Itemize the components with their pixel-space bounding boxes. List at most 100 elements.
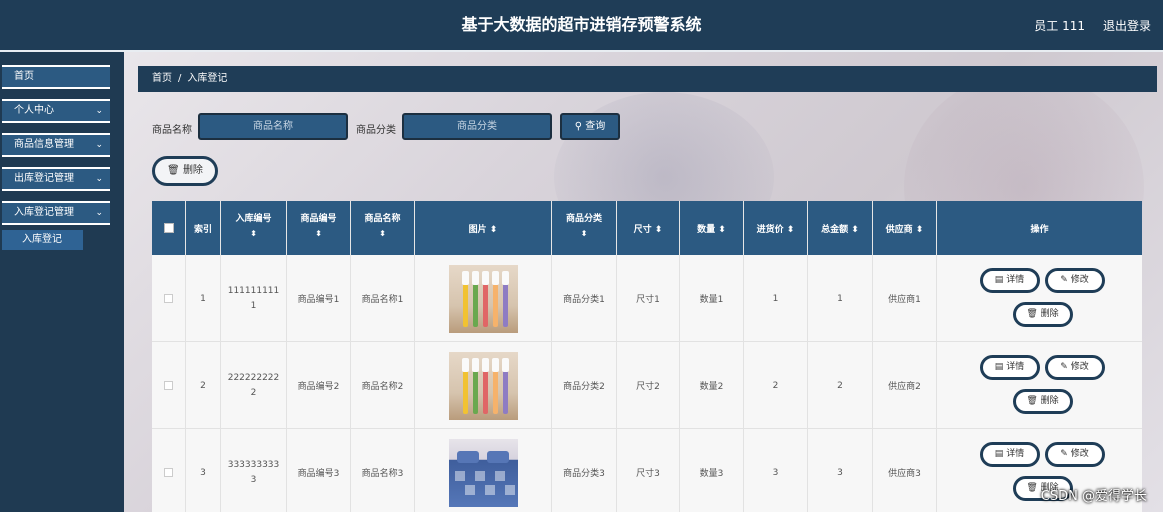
toothbrush-image	[448, 351, 518, 420]
cell-size: 尺寸1	[617, 255, 680, 342]
cell-inbound-no: 2222222222	[221, 342, 287, 429]
cell-goods-no: 商品编号3	[287, 429, 351, 512]
detail-button[interactable]: ▤ 详情	[979, 442, 1040, 467]
batch-delete-button[interactable]: 🗑 删除	[152, 156, 218, 186]
cell-category: 商品分类1	[552, 255, 617, 342]
cell-goods-name: 商品名称2	[351, 342, 415, 429]
sidebar-item-personal-center[interactable]: 个人中心 ⌄	[2, 99, 110, 123]
cell-quantity: 数量3	[680, 429, 744, 512]
sidebar-item-outbound[interactable]: 出库登记管理 ⌄	[2, 167, 110, 191]
edit-button[interactable]: ✎ 修改	[1044, 355, 1105, 380]
sort-icon: ⬍	[379, 229, 386, 238]
trash-icon: 🗑	[1026, 309, 1038, 319]
sort-icon: ⬍	[580, 229, 588, 238]
sidebar-item-inbound[interactable]: 入库登记管理 ⌄	[2, 201, 110, 225]
edit-button[interactable]: ✎ 修改	[1044, 268, 1105, 293]
cell-total-amount: 3	[808, 429, 873, 512]
bedding-image	[448, 438, 518, 507]
header-purchase-price[interactable]: 进货价 ⬍	[744, 201, 808, 255]
table-row: 1 1111111111 商品编号1 商品名称1 商品分类1 尺寸1 数量1 1…	[152, 255, 1142, 342]
sidebar-item-home[interactable]: 首页	[2, 65, 110, 89]
logout-link[interactable]: 退出登录	[1103, 17, 1151, 34]
header-category[interactable]: 商品分类 ⬍	[552, 201, 617, 255]
header-total-amount[interactable]: 总金额 ⬍	[808, 201, 873, 255]
cell-inbound-no: 1111111111	[221, 255, 287, 342]
header-index: 索引	[186, 201, 221, 255]
goods-category-input[interactable]	[402, 113, 552, 140]
goods-name-input[interactable]	[198, 113, 348, 140]
main-content: 首页/入库登记 商品名称 商品分类 ⚲ 查询 🗑 删除 索引 入库编号⬍ 商品编…	[124, 52, 1163, 512]
sort-icon: ⬍	[315, 229, 322, 238]
header-supplier[interactable]: 供应商 ⬍	[873, 201, 937, 255]
cell-total-amount: 2	[808, 342, 873, 429]
trash-icon: 🗑	[1026, 396, 1038, 406]
delete-button[interactable]: 🗑 删除	[1012, 302, 1073, 327]
cell-goods-no: 商品编号1	[287, 255, 351, 342]
edit-icon: ✎	[1060, 362, 1068, 372]
inbound-table: 索引 入库编号 ⬍ 商品编号 ⬍ 商品名称 ⬍ 图片 ⬍ 商品分类 ⬍ 尺寸 ⬍ 数量 …	[152, 201, 1142, 512]
cell-purchase-price: 3	[744, 429, 808, 512]
edit-button[interactable]: ✎ 修改	[1044, 442, 1105, 467]
cell-purchase-price: 2	[744, 342, 808, 429]
row-checkbox[interactable]	[164, 381, 173, 390]
header-actions: 操作	[1030, 225, 1049, 235]
trash-icon: 🗑	[167, 165, 180, 176]
row-checkbox[interactable]	[164, 294, 173, 303]
document-icon: ▤	[994, 449, 1004, 459]
cell-goods-no: 商品编号2	[287, 342, 351, 429]
sort-icon: ⬍	[718, 225, 726, 235]
header-quantity[interactable]: 数量 ⬍	[680, 201, 744, 255]
sort-icon: ⬍	[786, 225, 795, 235]
sidebar-subitem-inbound-register[interactable]: 入库登记	[2, 230, 83, 250]
edit-icon: ✎	[1060, 449, 1068, 459]
cell-supplier: 供应商2	[873, 342, 937, 429]
cell-inbound-no: 3333333333	[221, 429, 287, 512]
select-all-checkbox[interactable]	[164, 223, 174, 233]
chevron-down-icon: ⌄	[95, 106, 103, 116]
header-image[interactable]: 图片 ⬍	[415, 201, 552, 255]
table-row: 2 2222222222 商品编号2 商品名称2 商品分类2 尺寸2 数量2 2…	[152, 342, 1142, 429]
cell-category: 商品分类2	[552, 342, 617, 429]
cell-index: 3	[186, 429, 221, 512]
header-inbound-no[interactable]: 入库编号 ⬍	[221, 201, 287, 255]
cell-quantity: 数量2	[680, 342, 744, 429]
edit-icon: ✎	[1060, 275, 1068, 285]
csdn-watermark: CSDN @爱得学长	[1040, 489, 1147, 504]
header-goods-no[interactable]: 商品编号 ⬍	[287, 201, 351, 255]
table-header: 索引 入库编号 ⬍ 商品编号 ⬍ 商品名称 ⬍ 图片 ⬍ 商品分类 ⬍ 尺寸 ⬍ 数量 …	[152, 201, 1142, 255]
sort-icon: ⬍	[250, 229, 257, 238]
search-icon: ⚲	[574, 121, 583, 132]
header-select-all	[152, 201, 186, 255]
cell-goods-name: 商品名称1	[351, 255, 415, 342]
cell-index: 2	[186, 342, 221, 429]
cell-purchase-price: 1	[744, 255, 808, 342]
current-user[interactable]: 员工 111	[1034, 17, 1085, 34]
delete-button[interactable]: 🗑 删除	[1012, 389, 1073, 414]
breadcrumb-home[interactable]: 首页	[152, 73, 172, 84]
cell-category: 商品分类3	[552, 429, 617, 512]
cell-supplier: 供应商3	[873, 429, 937, 512]
cell-supplier: 供应商1	[873, 255, 937, 342]
sidebar: 首页 个人中心 ⌄ 商品信息管理 ⌄ 出库登记管理 ⌄ 入库登记管理 ⌄ 入库登…	[0, 52, 124, 512]
header-size[interactable]: 尺寸 ⬍	[617, 201, 680, 255]
query-button[interactable]: ⚲ 查询	[560, 113, 620, 140]
trash-icon: 🗑	[1026, 483, 1038, 493]
goods-name-label: 商品名称	[152, 125, 192, 136]
chevron-down-icon: ⌄	[95, 174, 103, 184]
detail-button[interactable]: ▤ 详情	[979, 268, 1040, 293]
sort-icon: ⬍	[851, 225, 859, 235]
cell-goods-name: 商品名称3	[351, 429, 415, 512]
cell-quantity: 数量1	[680, 255, 744, 342]
chevron-down-icon: ⌄	[95, 208, 103, 218]
breadcrumb: 首页 / 入库登记	[138, 66, 1157, 92]
header-goods-name[interactable]: 商品名称 ⬍	[351, 201, 415, 255]
cell-total-amount: 1	[808, 255, 873, 342]
detail-button[interactable]: ▤ 详情	[979, 355, 1040, 380]
toothbrush-image	[448, 264, 518, 333]
cell-size: 尺寸2	[617, 342, 680, 429]
sort-icon: ⬍	[654, 225, 663, 235]
sidebar-item-goods-info[interactable]: 商品信息管理 ⌄	[2, 133, 110, 157]
sort-icon: ⬍	[489, 225, 498, 235]
cell-size: 尺寸3	[617, 429, 680, 512]
row-checkbox[interactable]	[164, 468, 173, 477]
